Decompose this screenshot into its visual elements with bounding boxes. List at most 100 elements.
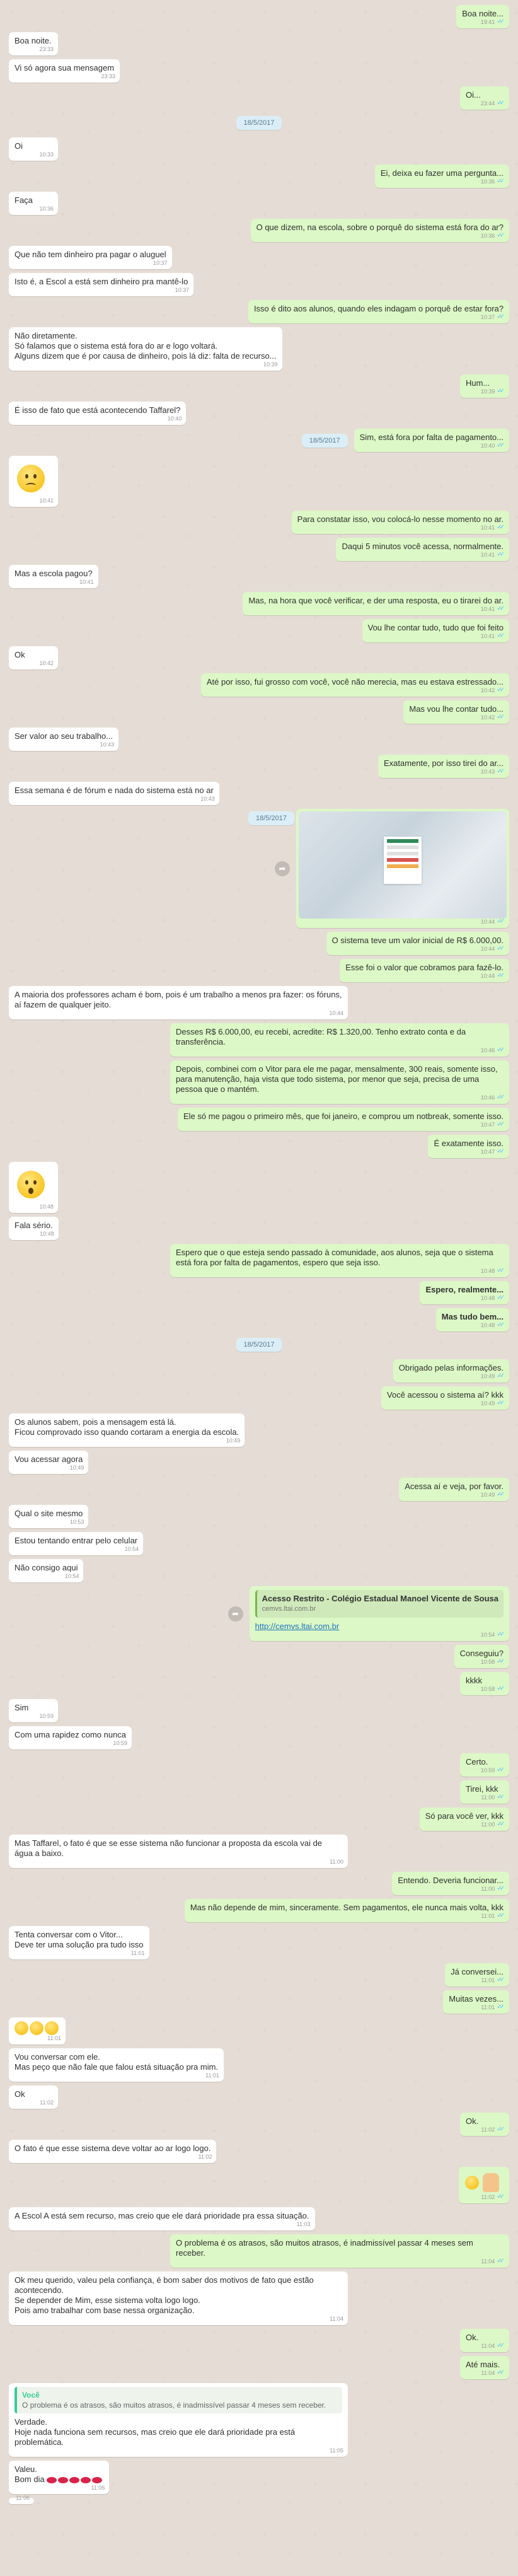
forward-icon[interactable]: ➦ — [275, 861, 290, 876]
incoming-message-bubble[interactable]: Ok meu querido, valeu pela confiança, é … — [9, 2271, 348, 2325]
message-meta: 10:49 ✓✓ — [481, 1371, 505, 1381]
message-time: 10:43 — [100, 741, 115, 748]
outgoing-message-bubble[interactable]: Vou lhe contar tudo, tudo que foi feito 1… — [362, 619, 509, 642]
sad-emoji-icon — [17, 465, 45, 492]
outgoing-message-bubble[interactable]: Mas vou lhe contar tudo... 10:42 ✓✓ — [403, 700, 509, 724]
incoming-message-bubble[interactable]: Valeu. Bom dia 11:06 — [9, 2461, 110, 2494]
message-text: Valeu. Bom dia — [14, 2464, 45, 2484]
outgoing-message-bubble[interactable]: Já conversei... 11:01 ✓✓ — [445, 1963, 509, 1987]
outgoing-message-bubble[interactable]: ➦ Acesso Restrito - Colégio Estadual Mano… — [227, 1586, 509, 1641]
outgoing-message-bubble[interactable]: Ok. 11:02 ✓✓ — [460, 2113, 509, 2136]
outgoing-message-bubble[interactable]: Ele só me pagou o primeiro mês, que foi … — [178, 1108, 509, 1131]
outgoing-message-row: 18/5/2017 Sim, está fora por falta de pag… — [0, 429, 518, 452]
incoming-message-bubble[interactable]: 11:06 — [9, 2495, 34, 2504]
outgoing-message-bubble[interactable]: Exatamente, por isso tirei do ar... 10:43… — [377, 755, 509, 778]
incoming-message-bubble[interactable]: Com uma rapidez como nunca 10:59 — [9, 1726, 132, 1749]
incoming-message-bubble[interactable]: 10:48 — [9, 1162, 58, 1213]
link-url[interactable]: http://cemvs.ltai.com.br — [255, 1622, 340, 1631]
incoming-message-bubble[interactable]: Oi 10:33 — [9, 137, 58, 161]
incoming-message-bubble[interactable]: Ok 10:42 — [9, 646, 58, 670]
message-meta: 23:44 ✓✓ — [481, 98, 505, 108]
outgoing-message-row: O que dizem, na escola, sobre o porquê d… — [0, 219, 518, 242]
outgoing-message-bubble[interactable]: O sistema teve um valor inicial de R$ 6.… — [326, 932, 509, 955]
outgoing-message-bubble[interactable]: Isso é dito aos alunos, quando eles inda… — [248, 300, 509, 323]
incoming-message-bubble[interactable]: Não diretamente. Só falamos que o sistem… — [9, 327, 282, 371]
outgoing-message-bubble[interactable]: Obrigado pelas informações. 10:49 ✓✓ — [393, 1359, 509, 1383]
outgoing-message-bubble[interactable]: Desses R$ 6.000,00, eu recebi, acredite:… — [170, 1023, 509, 1057]
message-text: Ser valor ao seu trabalho... — [14, 731, 113, 741]
image-message-bubble[interactable]: ➦ 10:44 ✓✓ — [275, 809, 509, 928]
outgoing-message-bubble[interactable]: Muitas vezes... 11:01 ✓✓ — [443, 1990, 509, 2014]
message-meta: 10:41 ✓✓ — [481, 523, 505, 533]
message-time: 11:02 — [40, 2099, 54, 2106]
incoming-message-bubble[interactable]: É isso de fato que está acontecendo Taff… — [9, 402, 187, 425]
message-text: O fato é que esse sistema deve voltar ao… — [14, 2144, 211, 2153]
incoming-message-bubble[interactable]: Não consigo aqui 10:54 — [9, 1559, 84, 1582]
incoming-message-bubble[interactable]: Boa noite. 23:33 — [9, 32, 58, 55]
incoming-message-bubble[interactable]: Que não tem dinheiro pra pagar o aluguel… — [9, 246, 172, 269]
outgoing-message-bubble[interactable]: Só para você ver, kkk 11:00 ✓✓ — [419, 1807, 509, 1831]
message-time: 10:39 — [263, 361, 278, 368]
outgoing-message-bubble[interactable]: Tirei, kkk 11:00 ✓✓ — [460, 1780, 509, 1804]
outgoing-message-bubble[interactable]: Até por isso, fui grosso com você, você … — [200, 673, 509, 697]
message-text: Que não tem dinheiro pra pagar o aluguel — [14, 250, 166, 259]
incoming-message-bubble[interactable]: A maioria dos professores acham é bom, p… — [9, 986, 348, 1019]
incoming-message-bubble[interactable]: Os alunos sabem, pois a mensagem está lá… — [9, 1413, 245, 1447]
link-preview[interactable]: Acesso Restrito - Colégio Estadual Manoe… — [255, 1590, 504, 1618]
outgoing-message-bubble[interactable]: kkkk 10:58 ✓✓ — [460, 1672, 509, 1695]
outgoing-message-bubble[interactable]: Até mais. 11:04 ✓✓ — [460, 2356, 509, 2379]
outgoing-message-bubble[interactable]: Conseguiu? 10:58 ✓✓ — [454, 1645, 509, 1668]
incoming-message-bubble[interactable]: Estou tentando entrar pelo celular 10:54 — [9, 1532, 144, 1555]
incoming-message-bubble[interactable]: Tenta conversar com o Vitor... Deve ter … — [9, 1926, 149, 1959]
incoming-message-row: Ok 10:42 — [0, 646, 518, 670]
incoming-message-bubble[interactable]: Essa semana é de fórum e nada do sistema… — [9, 782, 219, 805]
outgoing-message-bubble[interactable]: O problema é os atrasos, são muitos atra… — [170, 2234, 509, 2268]
outgoing-message-bubble[interactable]: Você acessou o sistema aí? kkk 10:49 ✓✓ — [381, 1386, 509, 1410]
outgoing-message-bubble[interactable]: Ok. 11:04 ✓✓ — [460, 2329, 509, 2352]
outgoing-message-bubble[interactable]: Certo. 10:59 ✓✓ — [460, 1753, 509, 1777]
double-check-icon: ✓✓ — [497, 1885, 505, 1892]
outgoing-message-bubble[interactable]: É exatamente isso. 10:47 ✓✓ — [428, 1135, 509, 1158]
message-meta: 11:01 — [205, 2070, 219, 2080]
message-meta: 11:01 ✓✓ — [481, 1975, 505, 1985]
incoming-message-bubble[interactable]: Sim 10:59 — [9, 1699, 58, 1722]
incoming-message-bubble[interactable]: Mas a escola pagou? 10:41 — [9, 565, 98, 588]
incoming-message-bubble[interactable]: O fato é que esse sistema deve voltar ao… — [9, 2140, 217, 2163]
incoming-message-bubble[interactable]: Mas Taffarel, o fato é que se esse siste… — [9, 1835, 348, 1868]
screenshot-image[interactable] — [299, 811, 507, 919]
outgoing-message-bubble[interactable]: Boa noite... 19:41 ✓✓ — [456, 5, 509, 28]
incoming-message-bubble[interactable]: Vi só agora sua mensagem 23:33 — [9, 59, 120, 83]
incoming-message-bubble[interactable]: Vou acessar agora 10:49 — [9, 1451, 89, 1474]
forward-icon[interactable]: ➦ — [227, 1606, 243, 1622]
outgoing-message-bubble[interactable]: O que dizem, na escola, sobre o porquê d… — [250, 219, 509, 242]
outgoing-message-bubble[interactable]: Daqui 5 minutos você acessa, normalmente… — [336, 538, 509, 561]
outgoing-message-bubble[interactable]: Ei, deixa eu fazer uma pergunta... 10:36 ✓… — [374, 165, 509, 188]
quoted-message[interactable]: Você O problema é os atrasos, são muitos … — [14, 2387, 342, 2413]
incoming-message-bubble[interactable]: Ser valor ao seu trabalho... 10:43 — [9, 728, 119, 751]
incoming-message-bubble[interactable]: 10:41 — [9, 456, 58, 507]
outgoing-message-bubble[interactable]: Esse foi o valor que cobramos para fazê-… — [340, 959, 509, 982]
outgoing-message-bubble[interactable]: Mas, na hora que você verificar, e der u… — [243, 592, 509, 615]
outgoing-message-bubble[interactable]: Espero, realmente... 10:48 ✓✓ — [420, 1281, 509, 1304]
outgoing-message-bubble[interactable]: Para constatar isso, vou colocá-lo nesse… — [291, 511, 509, 534]
outgoing-message-bubble[interactable]: Mas tudo bem... 10:48 ✓✓ — [435, 1308, 509, 1332]
incoming-message-bubble[interactable]: Qual o site mesmo 10:53 — [9, 1505, 89, 1528]
incoming-message-bubble[interactable]: Vou conversar com ele. Mas peço que não … — [9, 2048, 224, 2082]
incoming-message-bubble[interactable]: 11:01 — [9, 2017, 66, 2045]
outgoing-message-bubble[interactable]: Espero que o que esteja sendo passado à … — [170, 1244, 509, 1277]
outgoing-message-bubble[interactable]: Entendo. Deveria funcionar... 11:00 ✓✓ — [392, 1872, 509, 1895]
incoming-message-bubble[interactable]: A Escol A está sem recurso, mas creio qu… — [9, 2207, 315, 2231]
outgoing-message-bubble[interactable]: Depois, combinei com o Vitor para ele me… — [170, 1060, 509, 1104]
outgoing-message-bubble[interactable]: Acessa aí e veja, por favor. 10:49 ✓✓ — [399, 1478, 509, 1501]
outgoing-message-bubble[interactable]: Mas não depende de mim, sinceramente. Se… — [184, 1899, 509, 1922]
incoming-message-bubble[interactable]: Faça 10:36 — [9, 192, 58, 215]
outgoing-message-bubble[interactable]: Hum... 10:39 ✓✓ — [460, 374, 509, 398]
incoming-message-row: Não consigo aqui 10:54 — [0, 1559, 518, 1582]
incoming-message-bubble[interactable]: Ok 11:02 — [9, 2086, 58, 2109]
incoming-message-bubble[interactable]: Fala sério. 10:48 — [9, 1217, 59, 1240]
incoming-message-bubble[interactable]: Você O problema é os atrasos, são muitos … — [9, 2383, 348, 2457]
outgoing-message-bubble[interactable]: Oi... 23:44 ✓✓ — [460, 86, 509, 110]
incoming-message-bubble[interactable]: Isto é, a Escol a está sem dinheiro pra … — [9, 273, 194, 296]
outgoing-message-bubble[interactable]: Sim, está fora por falta de pagamento...… — [354, 429, 509, 452]
outgoing-message-bubble[interactable]: 11:02 ✓✓ — [459, 2167, 509, 2203]
